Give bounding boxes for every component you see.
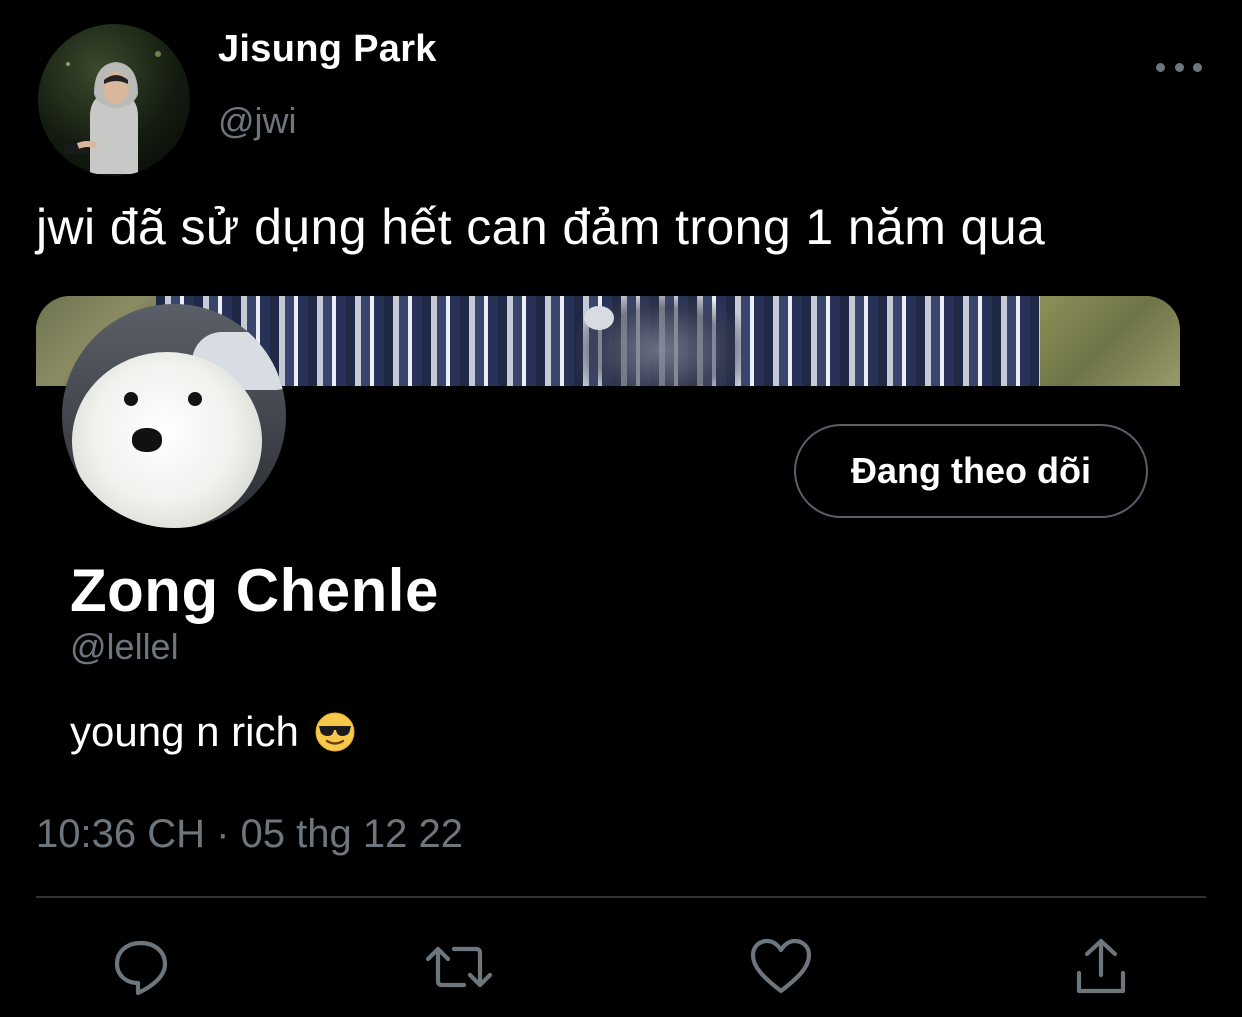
author-avatar[interactable]: [38, 24, 190, 176]
author-handle[interactable]: @jwi: [218, 100, 297, 142]
ellipsis-dot: [1193, 62, 1202, 72]
reply-icon: [114, 940, 168, 996]
tweet-timestamp: 10:36 CH · 05 thg 12 22: [36, 812, 463, 856]
profile-display-name[interactable]: Zong Chenle: [70, 556, 439, 625]
divider: [36, 896, 1206, 898]
smiling-face-with-sunglasses-emoji-icon: [315, 712, 355, 752]
author-avatar-photo: [64, 51, 161, 174]
ellipsis-dot: [1174, 62, 1184, 72]
author-display-name[interactable]: Jisung Park: [218, 28, 437, 71]
reply-button[interactable]: [106, 932, 176, 1002]
tweet-text: jwi đã sử dụng hết can đảm trong 1 năm q…: [36, 199, 1046, 255]
avatar-dog-eye: [188, 392, 202, 406]
banner-shirt-button: [584, 306, 614, 330]
like-button[interactable]: [746, 932, 816, 1002]
avatar-dog-head: [72, 352, 262, 528]
profile-bio: young n rich: [70, 708, 355, 756]
avatar-dog-eye: [124, 392, 138, 406]
profile-handle[interactable]: @lellel: [70, 626, 179, 668]
profile-avatar[interactable]: [62, 304, 286, 528]
retweet-button[interactable]: [424, 932, 494, 1002]
banner-grass-right: [1040, 296, 1180, 386]
ellipsis-dot: [1156, 62, 1165, 72]
heart-icon: [750, 938, 812, 994]
share-button[interactable]: [1066, 932, 1136, 1002]
retweet-icon: [425, 946, 493, 988]
share-icon: [1076, 938, 1126, 994]
avatar-dog-nose: [132, 428, 162, 452]
following-button[interactable]: Đang theo dõi: [794, 424, 1148, 518]
ellipsis-icon[interactable]: [1156, 56, 1202, 78]
profile-bio-text: young n rich: [70, 708, 299, 755]
